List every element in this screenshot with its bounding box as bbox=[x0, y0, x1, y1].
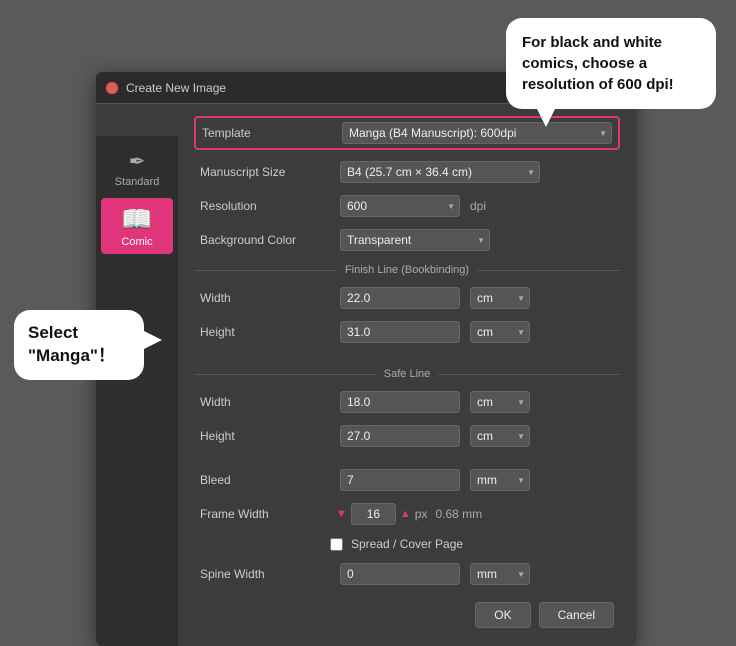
finish-line-height-unit-wrapper: cm bbox=[470, 321, 530, 343]
finish-line-width-unit-select[interactable]: cm bbox=[470, 287, 530, 309]
spread-cover-page-checkbox[interactable] bbox=[330, 538, 343, 551]
dialog-title: Create New Image bbox=[126, 81, 226, 95]
safe-line-height-row: Height cm bbox=[194, 422, 620, 450]
safe-line-width-unit-select[interactable]: cm bbox=[470, 391, 530, 413]
resolution-label: Resolution bbox=[200, 199, 330, 213]
frame-width-controls: ▼ ▲ px 0.68 mm bbox=[336, 503, 482, 525]
manuscript-size-label: Manuscript Size bbox=[200, 165, 330, 179]
spine-width-label: Spine Width bbox=[200, 567, 330, 581]
bleed-row: Bleed mm bbox=[194, 466, 620, 494]
finish-line-width-label: Width bbox=[200, 291, 330, 305]
background-color-select[interactable]: Transparent bbox=[340, 229, 490, 251]
finish-line-height-input[interactable] bbox=[340, 321, 460, 343]
safe-line-height-unit-select[interactable]: cm bbox=[470, 425, 530, 447]
pen-icon: ✒ bbox=[129, 152, 146, 172]
bleed-input[interactable] bbox=[340, 469, 460, 491]
dialog-buttons: OK Cancel bbox=[194, 594, 620, 634]
manuscript-size-select-wrapper: B4 (25.7 cm × 36.4 cm) bbox=[340, 161, 540, 183]
frame-width-decrement[interactable]: ▼ bbox=[336, 508, 347, 520]
background-color-select-wrapper: Transparent bbox=[340, 229, 490, 251]
finish-line-width-row: Width cm bbox=[194, 284, 620, 312]
safe-line-height-unit-wrapper: cm bbox=[470, 425, 530, 447]
finish-line-width-unit-wrapper: cm bbox=[470, 287, 530, 309]
sidebar-item-comic[interactable]: 📖 Comic bbox=[101, 198, 173, 254]
frame-width-label: Frame Width bbox=[200, 507, 330, 521]
frame-width-increment[interactable]: ▲ bbox=[400, 508, 411, 520]
bleed-unit-select[interactable]: mm bbox=[470, 469, 530, 491]
template-row: Template Manga (B4 Manuscript): 600dpi bbox=[194, 116, 620, 150]
spread-cover-page-row: Spread / Cover Page bbox=[194, 534, 620, 554]
form-area: Template Manga (B4 Manuscript): 600dpi M… bbox=[178, 104, 636, 646]
resolution-row: Resolution 600 dpi bbox=[194, 192, 620, 220]
manuscript-size-row: Manuscript Size B4 (25.7 cm × 36.4 cm) bbox=[194, 158, 620, 186]
bleed-label: Bleed bbox=[200, 473, 330, 487]
finish-line-width-input[interactable] bbox=[340, 287, 460, 309]
finish-line-height-row: Height cm bbox=[194, 318, 620, 346]
background-color-label: Background Color bbox=[200, 233, 330, 247]
resolution-select-wrapper: 600 bbox=[340, 195, 460, 217]
spread-cover-page-label: Spread / Cover Page bbox=[351, 537, 463, 551]
spine-width-row: Spine Width mm bbox=[194, 560, 620, 588]
create-new-image-dialog: Create New Image ✒ Standard 📖 Comic Temp… bbox=[96, 72, 636, 646]
book-icon: 📖 bbox=[121, 206, 153, 232]
frame-width-mm-value: 0.68 mm bbox=[435, 507, 482, 521]
close-button[interactable] bbox=[106, 82, 118, 94]
finish-line-height-unit-select[interactable]: cm bbox=[470, 321, 530, 343]
safe-line-width-label: Width bbox=[200, 395, 330, 409]
frame-width-unit: px bbox=[415, 507, 428, 521]
sidebar-item-standard[interactable]: ✒ Standard bbox=[101, 144, 173, 194]
ok-button[interactable]: OK bbox=[475, 602, 530, 628]
sidebar-item-label-standard: Standard bbox=[115, 176, 160, 188]
template-label: Template bbox=[202, 126, 332, 140]
template-select-wrapper: Manga (B4 Manuscript): 600dpi bbox=[342, 122, 612, 144]
safe-line-height-label: Height bbox=[200, 429, 330, 443]
finish-line-height-label: Height bbox=[200, 325, 330, 339]
safe-line-width-input[interactable] bbox=[340, 391, 460, 413]
finish-line-header: Finish Line (Bookbinding) bbox=[194, 260, 620, 278]
tooltip-manga: Select "Manga"！ bbox=[14, 310, 144, 380]
template-select[interactable]: Manga (B4 Manuscript): 600dpi bbox=[342, 122, 612, 144]
safe-line-width-unit-wrapper: cm bbox=[470, 391, 530, 413]
frame-width-input[interactable] bbox=[351, 503, 396, 525]
safe-line-header: Safe Line bbox=[194, 364, 620, 382]
frame-width-row: Frame Width ▼ ▲ px 0.68 mm bbox=[194, 500, 620, 528]
cancel-button[interactable]: Cancel bbox=[539, 602, 614, 628]
sidebar: ✒ Standard 📖 Comic bbox=[96, 136, 178, 646]
sidebar-item-label-comic: Comic bbox=[121, 236, 152, 248]
safe-line-height-input[interactable] bbox=[340, 425, 460, 447]
resolution-unit: dpi bbox=[470, 199, 494, 213]
safe-line-width-row: Width cm bbox=[194, 388, 620, 416]
bleed-unit-wrapper: mm bbox=[470, 469, 530, 491]
manuscript-size-select[interactable]: B4 (25.7 cm × 36.4 cm) bbox=[340, 161, 540, 183]
background-color-row: Background Color Transparent bbox=[194, 226, 620, 254]
tooltip-resolution: For black and white comics, choose a res… bbox=[506, 18, 716, 109]
resolution-select[interactable]: 600 bbox=[340, 195, 460, 217]
